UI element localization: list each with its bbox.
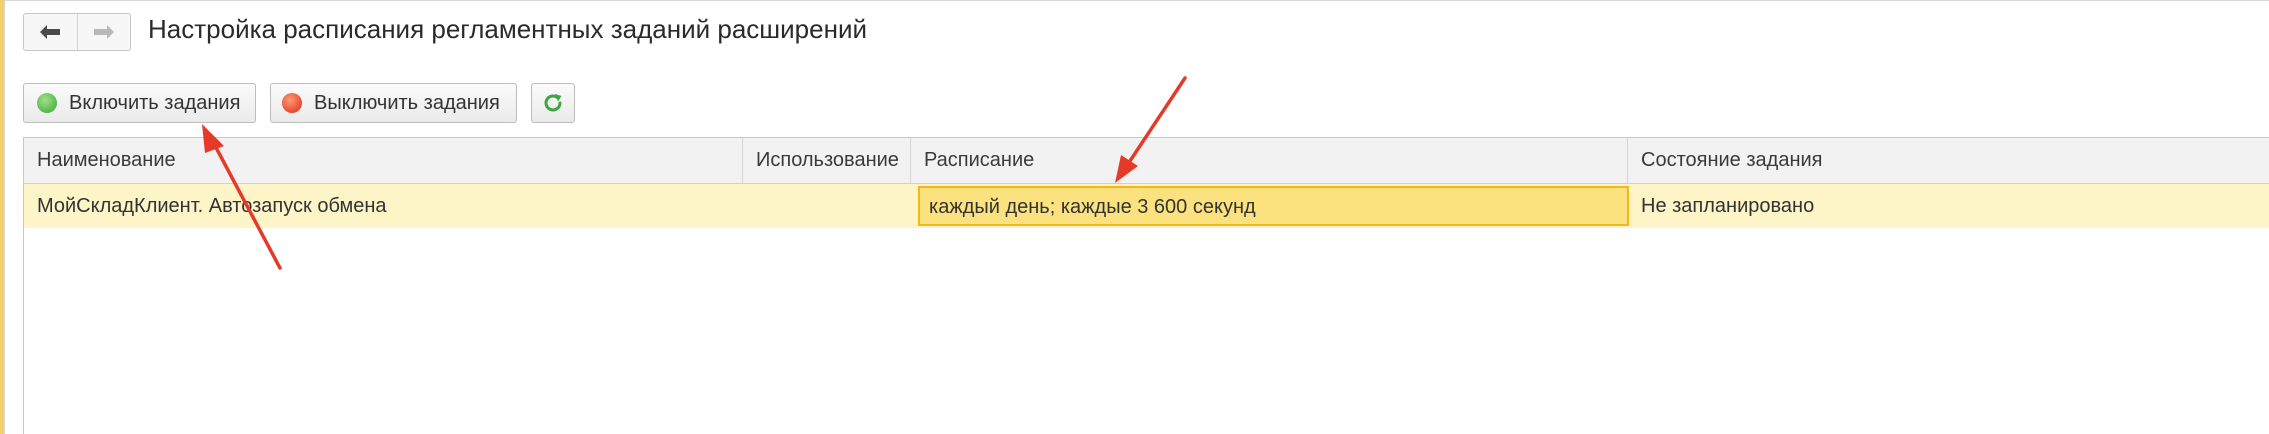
green-circle-icon [37, 93, 57, 113]
cell-usage[interactable] [743, 184, 911, 228]
cell-state[interactable]: Не запланировано [1628, 184, 2269, 228]
disable-jobs-label: Выключить задания [314, 91, 500, 114]
top-border [0, 0, 2269, 1]
refresh-button[interactable] [531, 83, 575, 123]
arrow-right-icon [93, 25, 114, 39]
navigation-buttons [23, 13, 131, 51]
forward-button[interactable] [76, 14, 131, 50]
table-header: Наименование Использование Расписание Со… [24, 138, 2269, 184]
disable-jobs-button[interactable]: Выключить задания [270, 83, 517, 123]
enable-jobs-button[interactable]: Включить задания [23, 83, 256, 123]
arrow-left-icon [40, 25, 61, 39]
page-title: Настройка расписания регламентных задани… [148, 14, 867, 44]
back-button[interactable] [24, 14, 77, 50]
cell-schedule[interactable]: каждый день; каждые 3 600 секунд [918, 186, 1629, 226]
left-border [4, 0, 5, 434]
refresh-icon [544, 94, 562, 112]
column-header-state[interactable]: Состояние задания [1628, 138, 2269, 183]
column-header-usage[interactable]: Использование [743, 138, 911, 183]
column-header-name[interactable]: Наименование [24, 138, 743, 183]
enable-jobs-label: Включить задания [69, 91, 241, 114]
red-circle-icon [282, 93, 302, 113]
jobs-table: Наименование Использование Расписание Со… [23, 137, 2269, 434]
column-header-schedule[interactable]: Расписание [911, 138, 1628, 183]
cell-name[interactable]: МойСкладКлиент. Автозапуск обмена [24, 184, 743, 228]
table-row[interactable]: МойСкладКлиент. Автозапуск обмена каждый… [24, 184, 2269, 228]
